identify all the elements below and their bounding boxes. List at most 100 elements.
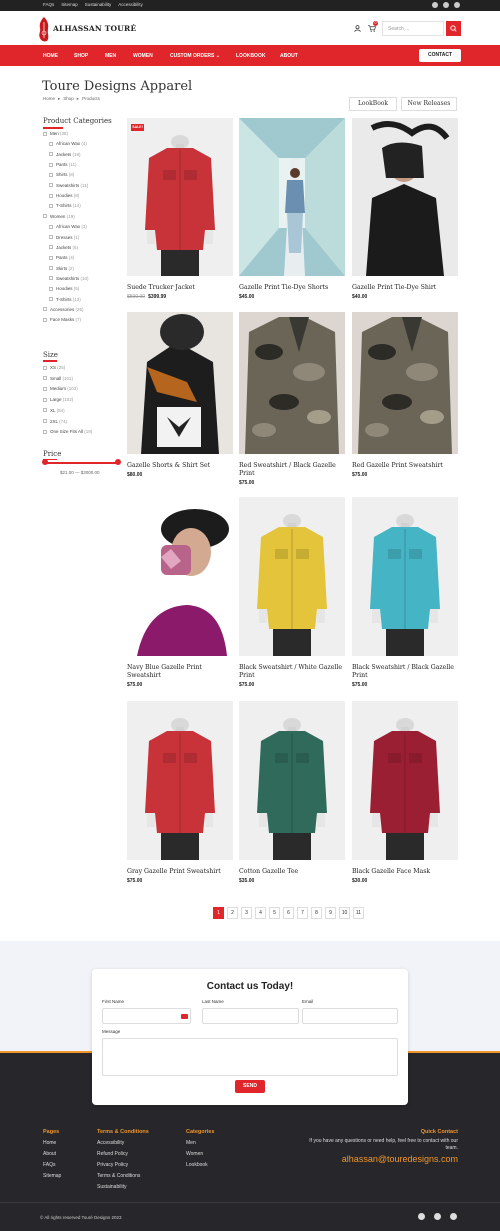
twitter-icon[interactable]	[454, 2, 460, 8]
category-item[interactable]: Pants (11)	[49, 162, 76, 167]
pagination-page[interactable]: 5	[269, 907, 280, 919]
nav-lookbook[interactable]: LOOKBOOK	[236, 53, 265, 59]
last-name-field[interactable]	[202, 1008, 299, 1024]
product-image[interactable]	[239, 497, 345, 656]
product-name[interactable]: Gray Gazelle Print Sweatshirt	[127, 868, 237, 876]
brand-name[interactable]: ALHASSAN TOURÉ	[53, 24, 136, 33]
user-icon[interactable]	[354, 25, 361, 32]
footer-terms-link[interactable]: Accessibility	[97, 1140, 124, 1146]
pagination-page[interactable]: 3	[241, 907, 252, 919]
product-name[interactable]: Cotton Gazelle Tee	[239, 868, 349, 876]
size-checkbox[interactable]	[43, 408, 47, 413]
footer-category-link[interactable]: Lookbook	[186, 1162, 208, 1168]
category-checkbox[interactable]	[43, 317, 47, 322]
message-field[interactable]	[102, 1038, 398, 1076]
category-item[interactable]: Hoodies (5)	[49, 286, 79, 291]
category-checkbox[interactable]	[49, 286, 53, 291]
product-image[interactable]	[352, 118, 458, 276]
product-image[interactable]	[352, 701, 458, 860]
footer-terms-link[interactable]: Refund Policy	[97, 1151, 128, 1157]
category-checkbox[interactable]	[49, 152, 53, 157]
quick-contact-email[interactable]: alhassan@touredesigns.com	[300, 1154, 458, 1164]
category-item[interactable]: Dresses (1)	[49, 235, 79, 240]
product-name[interactable]: Navy Blue Gazelle Print Sweatshirt	[127, 664, 237, 680]
size-item[interactable]: One Size Fits All (19)	[43, 429, 92, 434]
category-item[interactable]: Face Masks (7)	[43, 317, 81, 322]
size-item[interactable]: Large (102)	[43, 397, 73, 402]
footer-category-link[interactable]: Men	[186, 1140, 196, 1146]
product-image[interactable]	[127, 497, 233, 656]
category-item[interactable]: Skirts (2)	[49, 266, 74, 271]
category-checkbox[interactable]	[49, 162, 53, 167]
footer-terms-link[interactable]: Sustainability	[97, 1184, 126, 1190]
nav-men[interactable]: MEN	[105, 53, 116, 59]
size-checkbox[interactable]	[43, 419, 47, 423]
size-checkbox[interactable]	[43, 365, 47, 370]
price-slider-max-handle[interactable]	[115, 459, 121, 465]
nav-women[interactable]: WOMEN	[133, 53, 153, 59]
product-name[interactable]: Red Sweatshirt / Black Gazelle Print	[239, 462, 349, 478]
topbar-link-sitemap[interactable]: Sitemap	[61, 2, 78, 7]
nav-shop[interactable]: SHOP	[74, 53, 88, 59]
category-item[interactable]: Sweatshirts (10)	[49, 276, 89, 281]
pagination-page[interactable]: 11	[353, 907, 364, 919]
footer-page-link[interactable]: Home	[43, 1140, 56, 1146]
pagination-page[interactable]: 6	[283, 907, 294, 919]
size-item[interactable]: XL (84)	[43, 408, 65, 413]
topbar-link-accessibility[interactable]: Accessibility	[118, 2, 143, 7]
size-checkbox[interactable]	[43, 386, 47, 391]
category-item[interactable]: Men (38)	[43, 131, 68, 136]
category-checkbox[interactable]	[49, 297, 53, 302]
product-image[interactable]	[239, 701, 345, 860]
topbar-link-sustainability[interactable]: Sustainability	[85, 2, 112, 7]
product-name[interactable]: Black Sweatshirt / White Gazelle Print	[239, 664, 349, 680]
category-item[interactable]: African Wax (4)	[49, 141, 87, 146]
product-image[interactable]	[352, 312, 458, 454]
product-name[interactable]: Black Sweatshirt / Black Gazelle Print	[352, 664, 462, 680]
category-checkbox[interactable]	[49, 203, 53, 208]
product-image[interactable]	[239, 312, 345, 454]
product-name[interactable]: Red Gazelle Print Sweatshirt	[352, 462, 462, 470]
category-checkbox[interactable]	[49, 141, 53, 146]
pagination-page[interactable]: 4	[255, 907, 266, 919]
category-checkbox[interactable]	[43, 214, 47, 219]
logo-icon[interactable]	[38, 16, 50, 42]
twitter-icon[interactable]	[450, 1213, 457, 1220]
category-item[interactable]: Women (19)	[43, 214, 75, 219]
facebook-icon[interactable]	[434, 1213, 441, 1220]
size-checkbox[interactable]	[43, 429, 47, 434]
nav-about[interactable]: ABOUT	[280, 53, 298, 59]
email-field[interactable]	[302, 1008, 398, 1024]
price-slider-min-handle[interactable]	[42, 459, 48, 465]
product-name[interactable]: Gazelle Print Tie-Dye Shorts	[239, 284, 349, 292]
category-item[interactable]: Accessories (25)	[43, 307, 84, 312]
search-input[interactable]: Search ...	[382, 21, 444, 36]
product-image[interactable]	[127, 312, 233, 454]
product-name[interactable]: Gazelle Shorts & Shirt Set	[127, 462, 237, 470]
lookbook-chip[interactable]: LookBook	[349, 97, 397, 111]
category-checkbox[interactable]	[43, 131, 47, 136]
category-item[interactable]: Hoodies (8)	[49, 193, 79, 198]
category-checkbox[interactable]	[49, 255, 53, 260]
topbar-link-faqs[interactable]: FAQs	[43, 2, 54, 7]
category-item[interactable]: Jackets (19)	[49, 152, 81, 157]
pagination-page[interactable]: 1	[213, 907, 224, 919]
pagination-page[interactable]: 9	[325, 907, 336, 919]
category-item[interactable]: Pants (4)	[49, 255, 74, 260]
nav-home[interactable]: HOME	[43, 53, 58, 59]
category-checkbox[interactable]	[49, 183, 53, 188]
product-image[interactable]	[239, 118, 345, 276]
pagination-page[interactable]: 2	[227, 907, 238, 919]
instagram-icon[interactable]	[432, 2, 438, 8]
pagination-page[interactable]: 8	[311, 907, 322, 919]
product-image[interactable]	[127, 118, 233, 276]
category-checkbox[interactable]	[49, 224, 53, 229]
category-item[interactable]: Sweatshirts (11)	[49, 183, 88, 188]
cart-icon[interactable]	[368, 25, 376, 32]
footer-page-link[interactable]: About	[43, 1151, 56, 1157]
send-button[interactable]: SEND	[235, 1080, 265, 1093]
footer-page-link[interactable]: FAQs	[43, 1162, 56, 1168]
product-name[interactable]: Black Gazelle Face Mask	[352, 868, 462, 876]
footer-page-link[interactable]: Sitemap	[43, 1173, 61, 1179]
size-checkbox[interactable]	[43, 376, 47, 381]
